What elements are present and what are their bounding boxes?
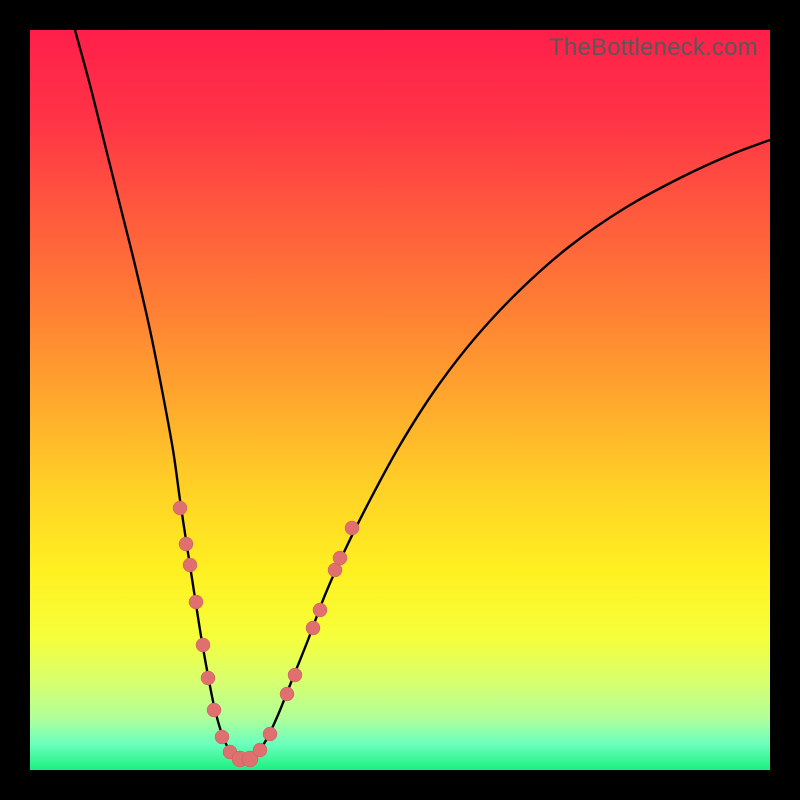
data-marker (288, 668, 302, 682)
data-marker (183, 558, 197, 572)
data-marker (253, 743, 267, 757)
watermark-text: TheBottleneck.com (549, 34, 758, 62)
data-marker (201, 671, 215, 685)
data-marker (179, 537, 193, 551)
data-marker (313, 603, 327, 617)
chart-plot-area: TheBottleneck.com (30, 30, 770, 770)
data-marker (207, 703, 221, 717)
data-marker (263, 727, 277, 741)
data-marker (333, 551, 347, 565)
data-marker (173, 501, 187, 515)
chart-overlay (30, 30, 770, 770)
data-marker (189, 595, 203, 609)
data-marker (215, 730, 229, 744)
data-marker (196, 638, 210, 652)
bottleneck-curve (75, 30, 770, 760)
data-marker (345, 521, 359, 535)
data-marker (280, 687, 294, 701)
data-marker (306, 621, 320, 635)
